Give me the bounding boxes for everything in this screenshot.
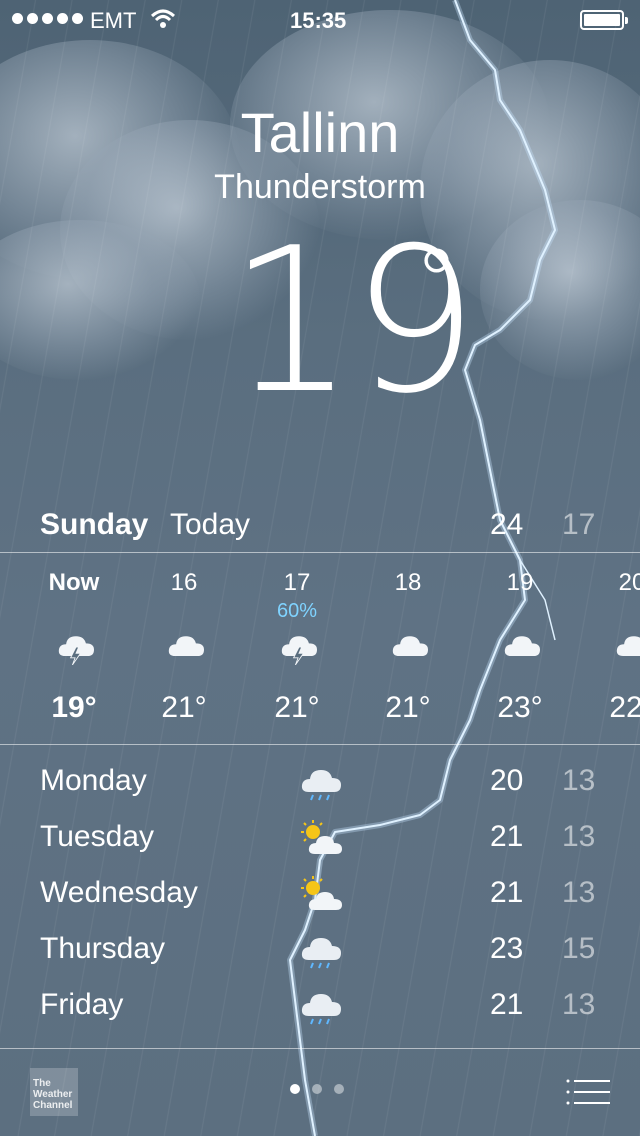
bottom-bar: The Weather Channel <box>0 1048 640 1136</box>
daily-day-name: Tuesday <box>40 820 154 853</box>
cloud-icon <box>502 629 542 663</box>
hourly-forecast-scroller[interactable]: Now 19° 16 21° 17 60% 21° 18 21° 19 23° 20 22° <box>0 553 640 743</box>
daily-high: 23 <box>490 932 524 965</box>
thunderstorm-icon <box>56 629 96 666</box>
hourly-item: 18 21° <box>352 553 464 743</box>
logo-line: Channel <box>33 1100 73 1111</box>
daily-row: Monday 20 13 <box>0 752 640 808</box>
list-icon[interactable] <box>566 1078 610 1106</box>
logo-line: Weather <box>33 1089 73 1100</box>
weather-channel-logo[interactable]: The Weather Channel <box>30 1068 78 1116</box>
wifi-icon <box>150 9 176 28</box>
hourly-item: 19 23° <box>464 553 576 743</box>
hourly-time: Now <box>48 569 100 596</box>
daily-low: 13 <box>562 820 596 853</box>
daily-row: Friday 21 13 <box>0 976 640 1032</box>
page-dot[interactable] <box>290 1084 300 1094</box>
hourly-item: Now 19° <box>18 553 130 743</box>
partly-sunny-icon <box>298 818 344 856</box>
daily-day-name: Thursday <box>40 932 166 965</box>
daily-row: Wednesday 21 13 <box>0 864 640 920</box>
daily-row: Thursday 23 15 <box>0 920 640 976</box>
status-bar: EMT 15:35 <box>0 0 640 40</box>
rain-cloud-icon <box>298 762 344 801</box>
partly-sunny-icon <box>298 874 344 912</box>
page-indicator[interactable] <box>290 1084 344 1094</box>
rain-cloud-icon <box>298 930 344 969</box>
hourly-time: 18 <box>394 569 422 596</box>
daily-high: 21 <box>490 988 524 1021</box>
today-high: 24 <box>490 508 524 541</box>
hourly-item: 16 21° <box>128 553 240 743</box>
hourly-time: 16 <box>170 569 198 596</box>
today-summary-row: Sunday Today 24 17 <box>0 502 640 548</box>
hourly-time: 17 <box>283 569 311 596</box>
daily-row: Tuesday 21 13 <box>0 808 640 864</box>
thunderstorm-icon <box>279 629 319 666</box>
hourly-temperature: 21° <box>274 691 320 724</box>
daily-low: 15 <box>562 932 596 965</box>
rain-cloud-icon <box>298 986 344 1025</box>
hourly-item: 20 22° <box>576 553 640 743</box>
hourly-temperature: 22° <box>609 691 640 724</box>
divider-middle <box>0 744 640 745</box>
degree-symbol: ° <box>414 230 459 335</box>
hourly-temperature: 21° <box>161 691 207 724</box>
cloud-icon <box>614 629 640 663</box>
status-time: 15:35 <box>290 8 347 33</box>
weather-condition: Thunderstorm <box>214 168 426 206</box>
page-dot[interactable] <box>312 1084 322 1094</box>
daily-high: 21 <box>490 876 524 909</box>
cloud-icon <box>166 629 206 663</box>
carrier-name: EMT <box>90 8 137 33</box>
today-label: Today <box>170 508 251 541</box>
hourly-time: 20 <box>618 569 640 596</box>
daily-low: 13 <box>562 988 596 1021</box>
daily-high: 21 <box>490 820 524 853</box>
signal-dots-icon <box>12 13 83 24</box>
hourly-precip-chance: 60% <box>276 600 318 622</box>
hourly-temperature: 21° <box>385 691 431 724</box>
today-day-name: Sunday <box>40 508 149 541</box>
daily-low: 13 <box>562 764 596 797</box>
logo-line: The <box>33 1078 51 1089</box>
hourly-temperature: 19° <box>51 691 97 724</box>
daily-day-name: Friday <box>40 988 124 1021</box>
hourly-temperature: 23° <box>497 691 543 724</box>
today-low: 17 <box>562 508 596 541</box>
city-name: Tallinn <box>240 101 400 164</box>
cloud-icon <box>390 629 430 663</box>
daily-low: 13 <box>562 876 596 909</box>
hourly-time: 19 <box>506 569 534 596</box>
battery-icon <box>580 10 628 30</box>
hourly-item: 17 60% 21° <box>241 553 353 743</box>
daily-day-name: Wednesday <box>40 876 198 909</box>
daily-high: 20 <box>490 764 524 797</box>
daily-day-name: Monday <box>40 764 147 797</box>
page-dot[interactable] <box>334 1084 344 1094</box>
